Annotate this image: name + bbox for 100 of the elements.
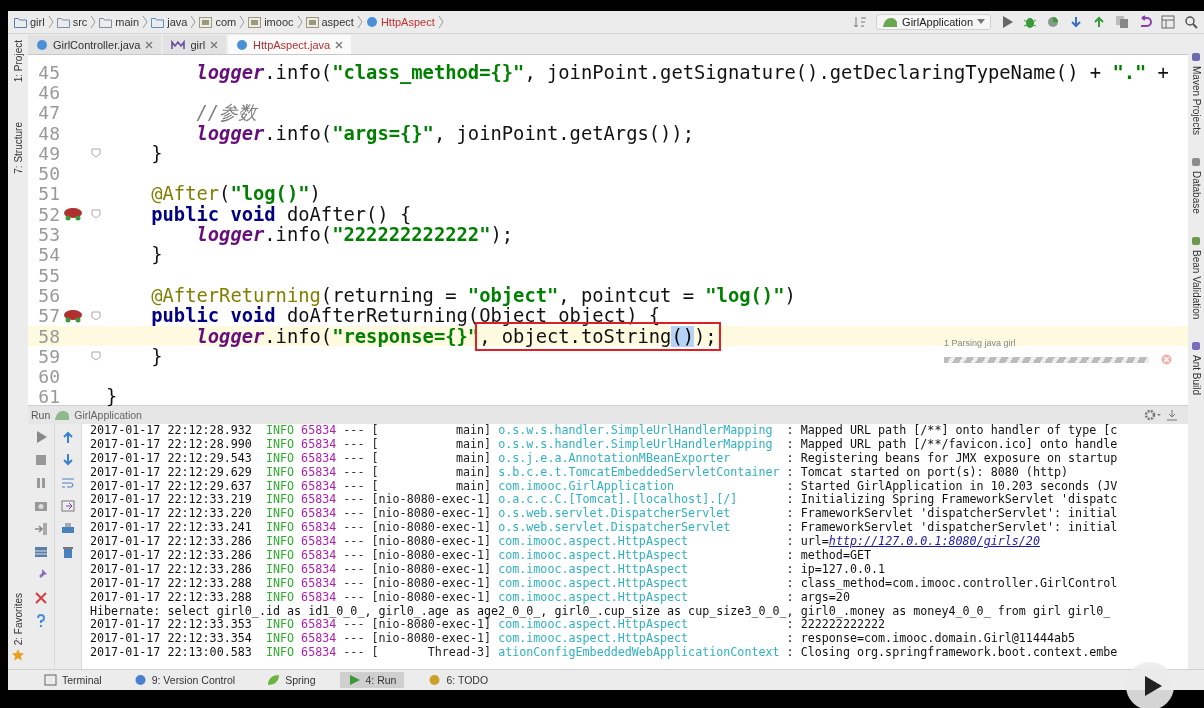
log-message: : url=http://127.0.0.1:8080/girls/20: [786, 535, 1040, 549]
hide-icon[interactable]: [1166, 409, 1178, 421]
wrap-icon[interactable]: [61, 476, 75, 490]
star-icon: [12, 649, 24, 661]
tool-window-button[interactable]: Terminal: [36, 672, 110, 688]
log-message: : Mapped URL path [/**] onto handler of type [c: [786, 424, 1118, 438]
todo-icon: [428, 674, 442, 686]
log-level: INFO: [265, 437, 295, 452]
log-message: : class_method=com.imooc.controller.GirlControl: [786, 576, 1118, 591]
layout-icon[interactable]: [34, 545, 48, 559]
log-timestamp: 2017-01-17 22:12:33.241: [90, 521, 252, 536]
log-separator: ---: [343, 521, 365, 536]
ant-icon: [1191, 341, 1201, 352]
help-icon[interactable]: [34, 614, 48, 628]
fold-marker-icon[interactable]: [91, 351, 101, 362]
close-icon[interactable]: [335, 40, 344, 49]
thread-name: [ main]: [371, 465, 492, 480]
log-separator: ---: [343, 646, 365, 661]
close-icon[interactable]: [210, 40, 219, 49]
tool-window-button[interactable]: Bean Validation: [1190, 235, 1202, 320]
pause-icon[interactable]: [34, 476, 48, 490]
breadcrumb-item[interactable]: main: [99, 16, 140, 28]
log-timestamp: 2017-01-17 22:12:33.286: [90, 549, 252, 563]
tool-window-button[interactable]: 2: Favorites: [12, 592, 24, 645]
thread-name: [ main]: [371, 424, 492, 438]
breadcrumb-item[interactable]: imooc: [248, 16, 294, 28]
process-id: 65834: [301, 618, 337, 633]
camera-icon[interactable]: [34, 499, 48, 513]
exit-icon[interactable]: [34, 522, 48, 536]
rerun-icon[interactable]: [34, 430, 48, 444]
editor-tab[interactable]: HttpAspect.java: [228, 35, 352, 54]
log-timestamp: 2017-01-17 22:12:33.353: [90, 618, 252, 633]
bug-icon[interactable]: [1023, 15, 1037, 29]
run-config-name[interactable]: GirlApplication: [74, 409, 142, 421]
breadcrumb-item[interactable]: src: [56, 16, 88, 28]
layout-icon[interactable]: [1161, 15, 1175, 29]
code-line: @After("log()"): [150, 183, 321, 205]
tool-window-button[interactable]: 1: Project: [12, 40, 24, 83]
arrow-up-icon[interactable]: [61, 430, 75, 444]
process-id: 65834: [301, 576, 337, 591]
stop-icon[interactable]: [34, 453, 48, 467]
tool-window-button[interactable]: 4: Run: [339, 672, 405, 688]
log-message: : Tomcat started on port(s): 8080 (http): [786, 465, 1069, 480]
cancel-icon[interactable]: [1161, 354, 1172, 365]
line-number: 56: [37, 284, 60, 306]
terminal-icon: [44, 674, 57, 686]
line-number: 52: [37, 203, 60, 225]
breadcrumb-item[interactable]: com: [199, 16, 237, 28]
chevron-icon: [239, 15, 246, 29]
class-icon: [365, 16, 378, 28]
log-level: INFO: [265, 479, 295, 494]
tool-window-button[interactable]: Ant Build: [1190, 341, 1202, 396]
logger-name: o.s.web.servlet.DispatcherServlet: [498, 507, 732, 521]
breadcrumb-item[interactable]: java: [151, 16, 188, 28]
arrow-up-icon[interactable]: [1092, 15, 1106, 29]
breadcrumb-item[interactable]: aspect: [305, 16, 354, 28]
log-timestamp: 2017-01-17 22:12:29.637: [90, 479, 252, 494]
tool-window-button[interactable]: Database: [1190, 156, 1202, 214]
tool-window-button[interactable]: Spring: [259, 672, 324, 688]
log-level: INFO: [265, 562, 295, 577]
process-id: 65834: [301, 424, 337, 438]
log-timestamp: 2017-01-17 22:12:33.219: [90, 493, 252, 508]
chevron-icon: [47, 15, 54, 29]
scroll-end-icon[interactable]: [61, 499, 75, 513]
fold-marker-icon[interactable]: [91, 209, 101, 220]
tool-window-button[interactable]: 6: TODO: [420, 672, 497, 688]
log-message: : FrameworkServlet 'dispatcherServlet': initial: [786, 521, 1118, 535]
log-level: INFO: [265, 465, 295, 480]
editor-tab[interactable]: girl: [163, 35, 227, 54]
breadcrumb-item[interactable]: HttpAspect: [365, 16, 435, 28]
tool-window-button[interactable]: 9: Version Control: [125, 672, 244, 688]
run-icon[interactable]: [1000, 15, 1014, 29]
logger-name: s.b.c.e.t.TomcatEmbeddedServletContainer: [498, 465, 780, 480]
copy-icon[interactable]: [1115, 15, 1129, 29]
coverage-icon[interactable]: [1046, 15, 1060, 29]
search-icon[interactable]: [1184, 15, 1198, 29]
log-separator: ---: [343, 632, 365, 647]
close-icon[interactable]: [145, 40, 154, 49]
thread-name: [nio-8080-exec-1]: [371, 590, 492, 605]
gear-icon[interactable]: [1144, 409, 1162, 421]
code-line: //参数: [195, 100, 258, 125]
arrow-down-icon[interactable]: [1069, 15, 1083, 29]
editor-tab[interactable]: GirlController.java: [28, 35, 162, 54]
fold-marker-icon[interactable]: [91, 310, 101, 321]
breadcrumb-item[interactable]: girl: [14, 16, 45, 28]
folder-icon: [56, 16, 70, 28]
sort-icon[interactable]: [853, 15, 868, 29]
log-message: : Initializing Spring FrameworkServlet 'dispatc: [786, 493, 1118, 508]
tool-window-button[interactable]: 7: Structure: [12, 122, 24, 174]
close-icon[interactable]: [34, 591, 48, 605]
trash-icon[interactable]: [61, 545, 75, 559]
advice-icon[interactable]: [62, 207, 84, 222]
undo-icon[interactable]: [1138, 15, 1152, 29]
fold-marker-icon[interactable]: [91, 148, 101, 159]
arrow-down-icon[interactable]: [61, 453, 75, 467]
tool-window-button[interactable]: Maven Projects: [1190, 52, 1202, 135]
url-link[interactable]: http://127.0.0.1:8080/girls/20: [828, 534, 1040, 549]
print-icon[interactable]: [61, 522, 75, 536]
advice-icon[interactable]: [62, 308, 84, 323]
run-config-dropdown[interactable]: GirlApplication: [876, 14, 991, 30]
